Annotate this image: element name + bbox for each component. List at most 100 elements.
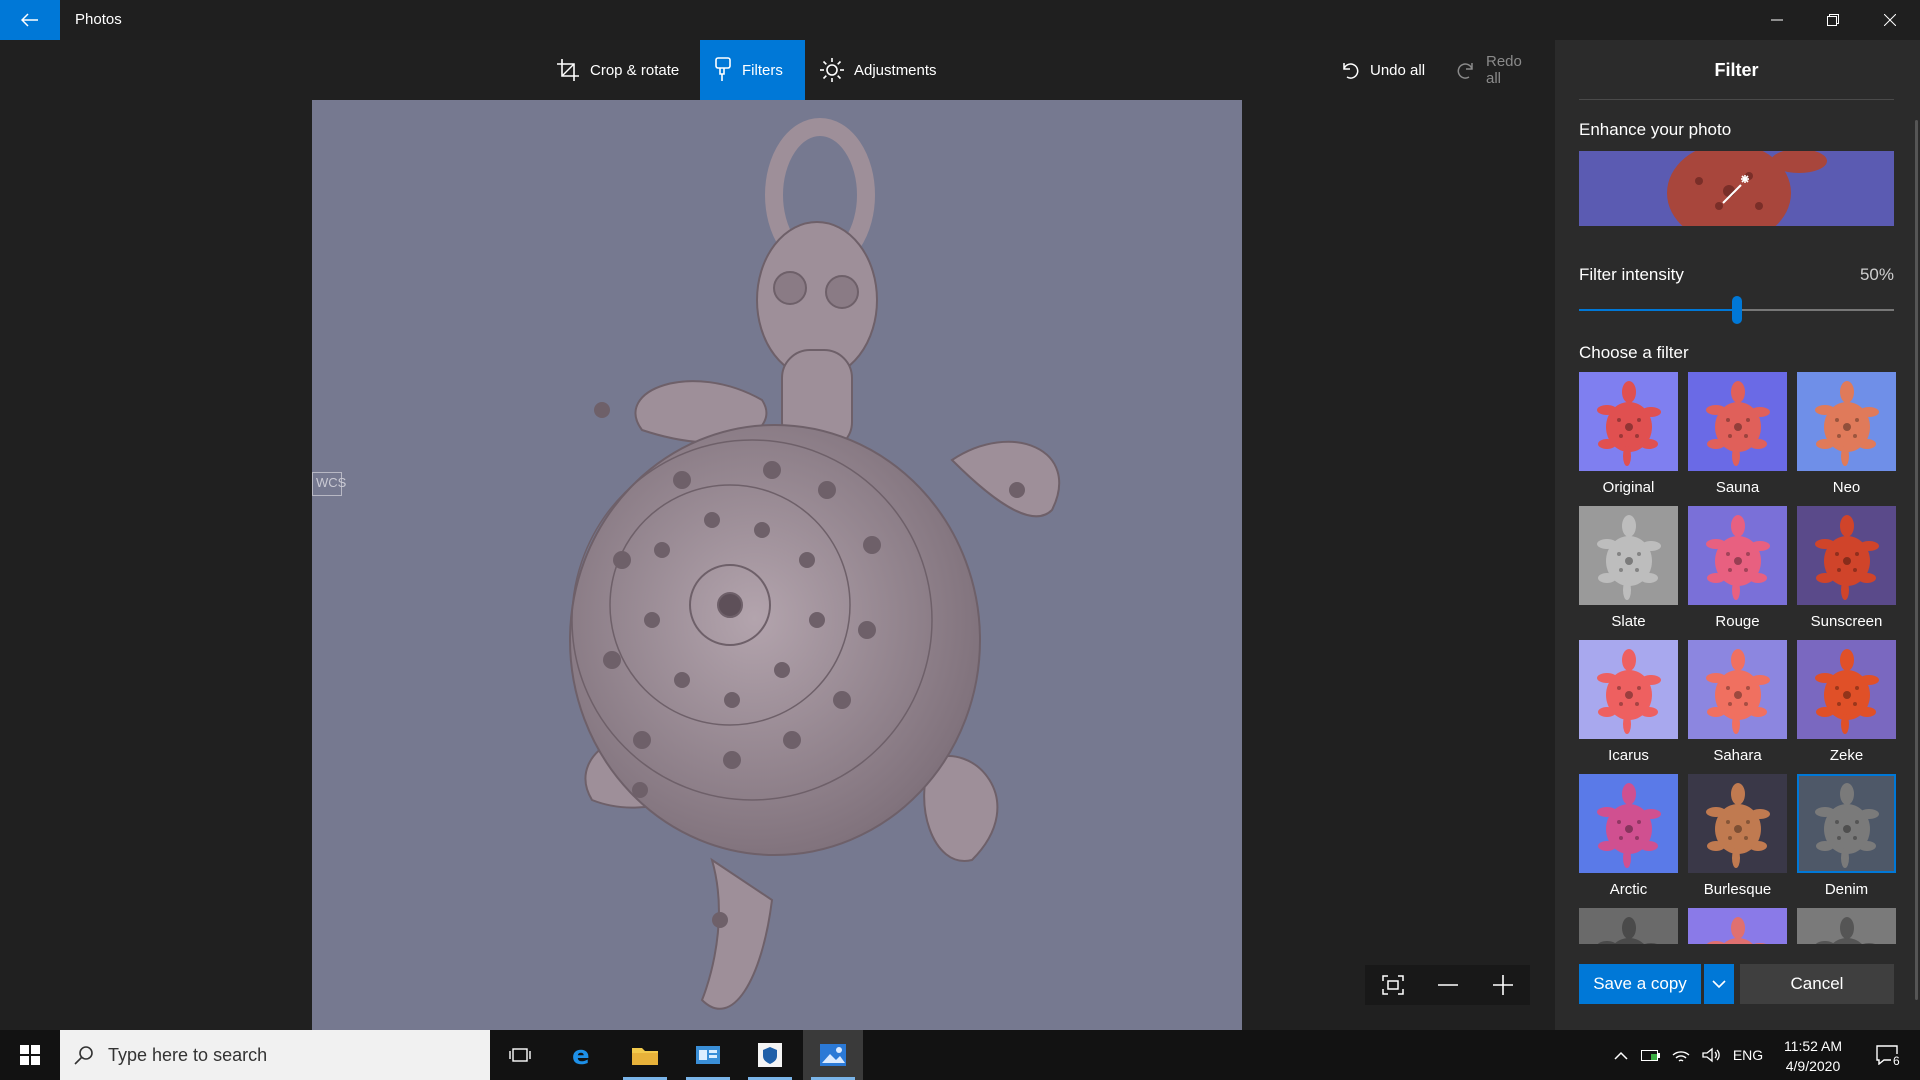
panel-scrollbar[interactable] [1915,120,1918,1000]
minimize-icon [1771,19,1783,21]
turtle-preview [1579,372,1678,471]
filter-thumbnail [1688,372,1787,471]
filter-option[interactable]: Slate [1579,506,1678,630]
clock-time: 11:52 AM [1783,1038,1843,1054]
edge-browser-button[interactable]: e [553,1030,613,1080]
filter-thumbnail [1579,774,1678,873]
save-options-button[interactable] [1704,964,1734,1004]
intensity-slider-thumb[interactable] [1731,296,1742,324]
crop-rotate-label: Crop & rotate [590,61,680,79]
minimize-button[interactable] [1749,0,1805,40]
filter-option[interactable]: Icarus [1579,640,1678,764]
filter-thumbnail [1688,640,1787,739]
filter-name: Sunscreen [1810,613,1883,630]
action-center-button[interactable]: 6 [1862,1030,1912,1080]
undo-icon [1343,63,1359,79]
filter-name: Arctic [1609,881,1648,898]
zoom-controls [1365,965,1530,1005]
start-button[interactable] [0,1030,60,1080]
battery-button[interactable] [1636,1030,1666,1080]
zoom-out-icon[interactable] [1438,975,1459,995]
turtle-preview [1688,640,1787,739]
photos-app-button[interactable] [803,1030,863,1080]
undo-all-button[interactable]: Undo all [1326,40,1439,100]
chevron-down-icon [1712,979,1726,988]
filter-option[interactable]: Zeke [1797,640,1896,764]
file-explorer-button[interactable] [615,1030,675,1080]
turtle-image [569,118,1060,1010]
filter-panel: Filter Enhance your photo Filter intensi… [1555,40,1920,1030]
filter-option[interactable]: Neo [1797,372,1896,496]
turtle-preview [1797,774,1896,873]
redo-all-label: Redo all [1485,53,1522,87]
crop-icon [557,59,579,81]
svg-text:e: e [572,1042,590,1068]
filter-option[interactable]: Sauna [1688,372,1787,496]
back-button[interactable] [0,0,60,40]
filter-option[interactable] [1797,908,1896,944]
taskbar-search[interactable]: Type here to search [60,1030,490,1080]
editor-area: Crop & rotate Filters Adjustments Undo a… [0,40,1555,1070]
filter-thumbnail [1797,372,1896,471]
filter-thumbnail [1688,908,1787,944]
magic-wand-icon [1722,175,1749,204]
show-hidden-icons-button[interactable] [1606,1030,1636,1080]
fit-to-screen-icon[interactable] [1382,975,1404,995]
filter-name: Rouge [1715,613,1760,630]
filter-option[interactable]: Arctic [1579,774,1678,898]
task-view-button[interactable] [490,1030,550,1080]
turtle-preview [1688,372,1787,471]
filter-option[interactable] [1579,908,1678,944]
filter-thumbnail [1797,640,1896,739]
battery-charging-icon [1641,1050,1660,1061]
network-button[interactable] [1666,1030,1696,1080]
filter-thumbnail [1579,372,1678,471]
paintbrush-icon [715,57,731,81]
adjustments-tab[interactable]: Adjustments [806,40,951,100]
panel-title: Filter [1579,60,1894,100]
filter-option[interactable]: Sunscreen [1797,506,1896,630]
filter-name: Denim [1824,881,1869,898]
close-button[interactable] [1862,0,1918,40]
filter-option[interactable]: Rouge [1688,506,1787,630]
filter-thumbnail [1797,908,1896,944]
filter-name: Neo [1832,479,1861,496]
filter-option[interactable]: Sahara [1688,640,1787,764]
crop-rotate-tab[interactable]: Crop & rotate [542,40,693,100]
filters-tab[interactable]: Filters [700,40,805,100]
photo-canvas[interactable]: WCS [312,100,1242,1070]
app-shield-button[interactable] [740,1030,800,1080]
filter-thumbnail [1579,506,1678,605]
filter-option[interactable]: Denim [1797,774,1896,898]
taskbar: Type here to search e ENG 11:52 AM 4/9/2… [0,1030,1920,1080]
turtle-preview [1688,908,1787,944]
turtle-preview [1579,908,1678,944]
filter-thumbnail [1688,774,1787,873]
turtle-preview [1797,372,1896,471]
search-icon [74,1046,93,1065]
filter-option[interactable]: Original [1579,372,1678,496]
filter-thumbnail [1797,774,1896,873]
turtle-preview [1797,908,1896,944]
adjustments-label: Adjustments [854,61,937,79]
filter-thumbnail [1579,908,1678,944]
zoom-in-icon[interactable] [1492,975,1513,995]
filter-option[interactable]: Burlesque [1688,774,1787,898]
cancel-button[interactable]: Cancel [1740,964,1894,1004]
save-copy-button[interactable]: Save a copy [1579,964,1701,1004]
turtle-preview [1579,774,1678,873]
folder-icon [632,1048,658,1065]
filter-option[interactable] [1688,908,1787,944]
notification-count: 6 [1891,1054,1902,1068]
system-clock[interactable]: 11:52 AM 4/9/2020 [1768,1036,1858,1076]
restore-button[interactable] [1805,0,1861,40]
filter-thumbnail [1579,640,1678,739]
input-language[interactable]: ENG [1728,1030,1768,1080]
enhance-photo-button[interactable] [1579,151,1894,226]
volume-button[interactable] [1696,1030,1726,1080]
control-panel-button[interactable] [678,1030,738,1080]
filter-name: Original [1602,479,1655,496]
filter-name: Slate [1611,613,1646,630]
redo-all-button[interactable]: Redo all [1442,40,1555,100]
title-bar: Photos [0,0,1920,40]
